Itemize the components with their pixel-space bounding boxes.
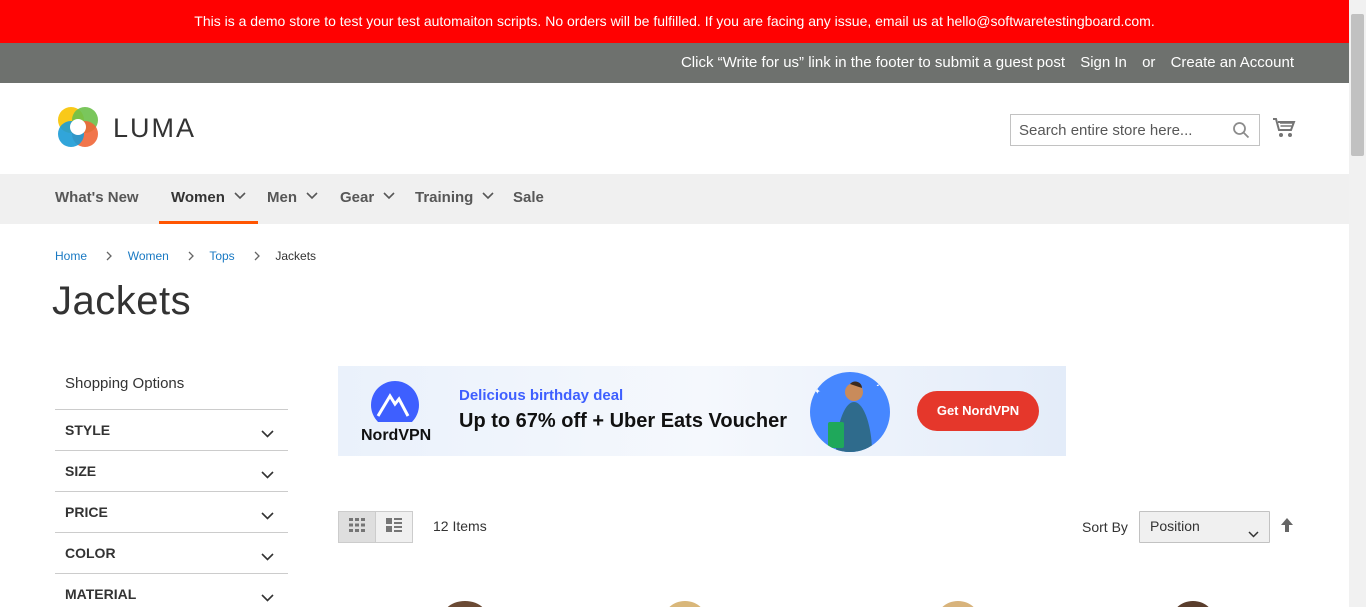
sort-by-label: Sort By	[1082, 519, 1128, 535]
chevron-down-icon	[234, 172, 246, 220]
breadcrumb-tops[interactable]: Tops	[209, 249, 234, 263]
chevron-down-icon	[383, 172, 395, 220]
breadcrumb-current: Jackets	[275, 249, 317, 263]
nav-item-women[interactable]: Women	[159, 174, 258, 224]
chevron-down-icon	[261, 507, 274, 523]
filter-color[interactable]: COLOR	[55, 533, 288, 574]
nav-item-label: Men	[267, 189, 297, 206]
ad-headline-small: Delicious birthday deal	[459, 387, 624, 404]
header-panel: Click “Write for us” link in the footer …	[0, 43, 1349, 83]
nav-item-sale[interactable]: Sale	[513, 174, 544, 224]
nav-item-label: Sale	[513, 189, 544, 206]
chevron-right-icon	[188, 250, 195, 264]
nav-item-label: Women	[171, 189, 225, 206]
filter-material[interactable]: MATERIAL	[55, 574, 288, 607]
filter-label: MATERIAL	[65, 586, 137, 602]
main-navigation: What's New Women Men Gear Training Sale	[0, 174, 1349, 224]
nav-item-training[interactable]: Training	[415, 174, 494, 224]
chevron-down-icon	[306, 172, 318, 220]
grid-view-button[interactable]	[338, 511, 376, 543]
nav-item-men[interactable]: Men	[267, 174, 318, 224]
demo-notice-text: This is a demo store to test your test a…	[194, 13, 1155, 29]
page-scrollbar[interactable]	[1349, 0, 1366, 607]
product-image[interactable]	[650, 585, 720, 607]
scrollbar-thumb[interactable]	[1351, 14, 1364, 156]
chevron-right-icon	[254, 250, 260, 264]
page-header: LUMA	[0, 83, 1349, 174]
grid-icon	[349, 517, 365, 537]
search-icon[interactable]	[1232, 121, 1250, 144]
ad-person-image: ✦ ♪	[810, 372, 890, 452]
ad-brand: NordVPN	[361, 427, 432, 444]
product-image[interactable]	[923, 585, 993, 607]
product-grid	[338, 575, 1298, 607]
search-input[interactable]	[1011, 115, 1221, 145]
nav-item-whats-new[interactable]: What's New	[55, 174, 139, 224]
guest-post-note: Click “Write for us” link in the footer …	[680, 54, 1066, 71]
products-toolbar: 12 Items Sort By Position	[338, 511, 1298, 543]
logo-text: LUMA	[113, 113, 197, 143]
product-image[interactable]	[430, 585, 500, 607]
sort-selected-value: Position	[1150, 518, 1200, 534]
chevron-down-icon	[261, 466, 274, 482]
chevron-down-icon	[261, 425, 274, 441]
filter-size[interactable]: SIZE	[55, 451, 288, 492]
product-image[interactable]	[1158, 585, 1228, 607]
list-view-button[interactable]	[375, 511, 413, 543]
cart-icon[interactable]	[1272, 117, 1296, 144]
store-logo[interactable]: LUMA	[55, 104, 205, 150]
filter-style[interactable]: STYLE	[55, 410, 288, 451]
ad-banner[interactable]: NordVPN Delicious birthday deal Up to 67…	[338, 366, 1066, 456]
luma-logo-icon	[58, 107, 98, 147]
demo-notice-bar: This is a demo store to test your test a…	[0, 0, 1349, 43]
nav-item-gear[interactable]: Gear	[340, 174, 395, 224]
nav-item-label: What's New	[55, 189, 139, 206]
or-text: or	[1142, 54, 1156, 71]
filter-label: COLOR	[65, 545, 116, 561]
chevron-down-icon	[261, 548, 274, 564]
search-box	[1010, 114, 1260, 146]
filter-label: PRICE	[65, 504, 108, 520]
breadcrumb: Home Women Tops Jackets	[55, 249, 316, 264]
sign-in-link[interactable]: Sign In	[1080, 54, 1127, 71]
list-icon	[386, 517, 402, 537]
header-links: Click “Write for us” link in the footer …	[670, 43, 1294, 83]
chevron-down-icon	[1248, 525, 1259, 541]
sort-direction-arrow-icon[interactable]	[1280, 517, 1294, 538]
shopping-options-title: Shopping Options	[55, 366, 288, 410]
filter-label: STYLE	[65, 422, 111, 438]
get-nordvpn-button[interactable]: Get NordVPN	[917, 391, 1039, 431]
breadcrumb-women[interactable]: Women	[128, 249, 169, 263]
shopping-options-sidebar: Shopping Options STYLE SIZE PRICE COLOR …	[55, 366, 288, 607]
chevron-down-icon	[261, 589, 274, 605]
filter-price[interactable]: PRICE	[55, 492, 288, 533]
sort-by-select[interactable]: Position	[1139, 511, 1270, 543]
breadcrumb-home[interactable]: Home	[55, 249, 87, 263]
chevron-right-icon	[106, 250, 113, 264]
create-account-link[interactable]: Create an Account	[1171, 54, 1294, 71]
filter-label: SIZE	[65, 463, 97, 479]
svg-text:✦: ✦	[814, 387, 821, 396]
nav-item-label: Training	[415, 189, 474, 206]
ad-headline-big: Up to 67% off + Uber Eats Voucher	[459, 410, 788, 432]
nordvpn-mountain-icon	[370, 380, 420, 429]
chevron-down-icon	[482, 172, 494, 220]
nav-item-label: Gear	[340, 189, 375, 206]
page-title: Jackets	[52, 279, 192, 323]
svg-text:♪: ♪	[876, 379, 881, 388]
toolbar-amount: 12 Items	[433, 518, 487, 534]
